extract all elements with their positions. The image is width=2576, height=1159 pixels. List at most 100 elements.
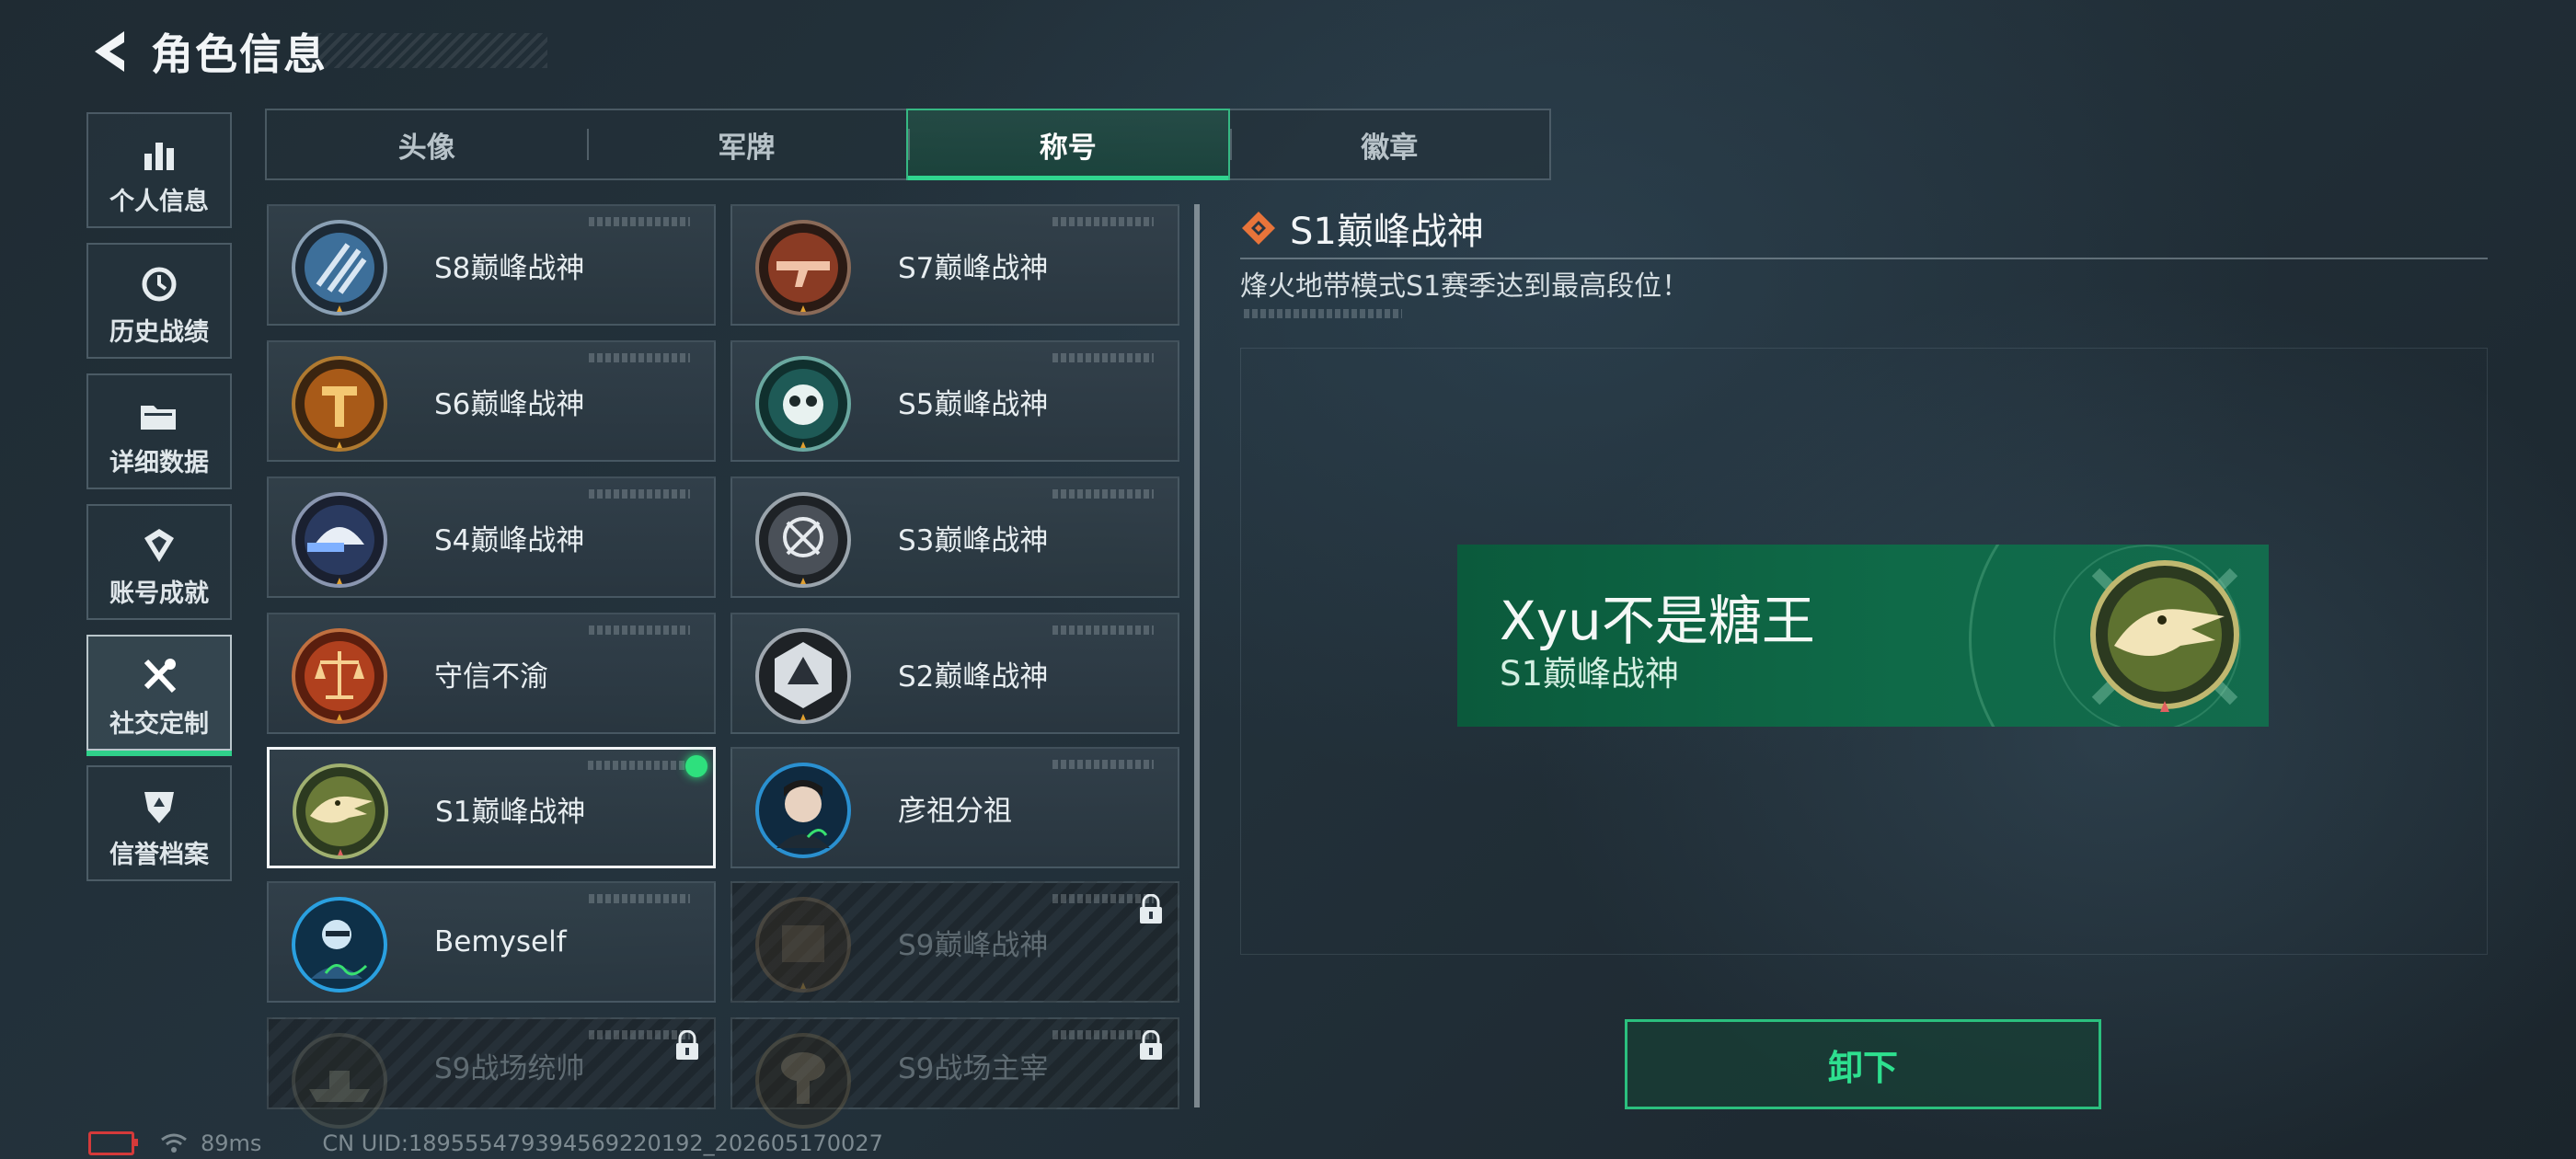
card-decoration	[1052, 625, 1154, 635]
sidebar-item-social-customization[interactable]: 社交定制	[86, 635, 232, 756]
title-card[interactable]: S4巅峰战神	[267, 476, 716, 598]
diamond-icon	[1242, 212, 1275, 245]
shield-icon	[139, 777, 179, 827]
sidebar-item-label: 信誉档案	[109, 840, 209, 869]
tools-icon	[139, 647, 179, 696]
title-card[interactable]: Bemyself	[267, 881, 716, 1003]
title-card[interactable]: S3巅峰战神	[730, 476, 1179, 598]
unequip-button[interactable]: 卸下	[1625, 1019, 2101, 1109]
tab-avatar[interactable]: 头像	[267, 110, 587, 178]
battery-low-icon	[88, 1131, 138, 1155]
title-name: S8巅峰战神	[434, 251, 585, 285]
equipped-indicator	[685, 755, 707, 777]
title-card[interactable]: 彦祖分祖	[730, 747, 1179, 868]
card-decoration	[589, 489, 690, 499]
card-decoration	[1052, 353, 1154, 362]
s4-badge-icon	[292, 492, 387, 588]
tab-military-tag[interactable]: 军牌	[586, 110, 907, 178]
page-title: 角色信息	[151, 29, 328, 79]
detail-decoration	[1244, 309, 1402, 318]
ship-badge-icon	[292, 1033, 387, 1129]
s6-badge-icon	[292, 356, 387, 452]
title-card[interactable]: S5巅峰战神	[730, 340, 1179, 462]
lock-icon	[1140, 1030, 1162, 1060]
title-name: S1巅峰战神	[435, 795, 586, 829]
title-card[interactable]: S6巅峰战神	[267, 340, 716, 462]
lock-icon	[1140, 894, 1162, 924]
sidebar-item-label: 历史战绩	[109, 317, 209, 347]
sidebar-item-label: 账号成就	[109, 579, 209, 608]
sidebar-item-credit-record[interactable]: 信誉档案	[86, 765, 232, 881]
nameplate-preview: Xyu不是糖王 S1巅峰战神	[1457, 545, 2269, 727]
portrait-signature-badge-icon	[292, 897, 387, 993]
scales-badge-icon	[292, 628, 387, 724]
s5-badge-icon	[755, 356, 851, 452]
nameplate-title: S1巅峰战神	[1500, 654, 1680, 694]
list-scrollbar[interactable]	[1194, 204, 1200, 1107]
title-name: S6巅峰战神	[434, 387, 585, 421]
s7-badge-icon	[755, 220, 851, 316]
portrait-badge-icon	[755, 763, 851, 858]
title-card-locked[interactable]: S9战场主宰	[730, 1017, 1179, 1129]
folder-icon	[139, 385, 179, 435]
detail-header: S1巅峰战神	[1240, 199, 1484, 258]
mushroom-cloud-badge-icon	[755, 1033, 851, 1129]
card-decoration	[589, 217, 690, 226]
title-name: Bemyself	[434, 925, 567, 958]
s8-badge-icon	[292, 220, 387, 316]
history-clock-icon	[139, 255, 179, 304]
ping-value: 89ms	[201, 1130, 262, 1156]
title-name: S4巅峰战神	[434, 523, 585, 557]
crocodile-badge-icon	[2090, 560, 2239, 712]
title-card[interactable]: S8巅峰战神	[267, 204, 716, 326]
category-tabs: 头像 军牌 称号 徽章	[265, 109, 1551, 180]
status-bar: 89ms CN UID:1895554793945692201​92_20260…	[88, 1130, 883, 1157]
title-card[interactable]: S2巅峰战神	[730, 613, 1179, 734]
sidebar-item-achievements[interactable]: 账号成就	[86, 504, 232, 620]
sidebar-item-label: 社交定制	[109, 709, 209, 739]
header-decoration	[304, 33, 547, 68]
sidebar-item-personal-info[interactable]: 个人信息	[86, 112, 232, 228]
title-card[interactable]: S7巅峰战神	[730, 204, 1179, 326]
user-uid: CN UID:1895554793945692201​92_2026051700…	[322, 1130, 883, 1156]
card-decoration	[589, 894, 690, 903]
title-name: S9巅峰战神	[898, 928, 1049, 962]
tab-title[interactable]: 称号	[906, 109, 1230, 180]
title-card-selected[interactable]: S1巅峰战神	[267, 747, 716, 868]
title-name: S9战场统帅	[434, 1051, 585, 1085]
bar-chart-icon	[141, 124, 178, 174]
back-button[interactable]	[83, 22, 134, 81]
card-decoration	[589, 353, 690, 362]
card-decoration	[1052, 760, 1154, 769]
title-name: S2巅峰战神	[898, 660, 1049, 694]
s2-badge-icon	[755, 628, 851, 724]
s3-badge-icon	[755, 492, 851, 588]
sidebar-item-history[interactable]: 历史战绩	[86, 243, 232, 359]
title-name: S5巅峰战神	[898, 387, 1049, 421]
wifi-icon	[161, 1133, 187, 1153]
title-name: S7巅峰战神	[898, 251, 1049, 285]
divider	[1240, 258, 2488, 259]
back-arrow-icon	[95, 31, 124, 72]
card-decoration	[1052, 489, 1154, 499]
detail-description: 烽火地带模式S1赛季达到最高段位！	[1240, 270, 1690, 303]
card-decoration	[589, 625, 690, 635]
tab-badge[interactable]: 徽章	[1229, 110, 1550, 178]
detail-title: S1巅峰战神	[1290, 211, 1484, 253]
achievement-icon	[139, 516, 179, 566]
sidebar-item-detailed-data[interactable]: 详细数据	[86, 373, 232, 489]
crocodile-badge-icon	[293, 763, 388, 859]
player-name: Xyu不是糖王	[1500, 590, 1815, 652]
title-name: S9战场主宰	[898, 1051, 1049, 1085]
card-decoration	[1052, 217, 1154, 226]
s9-badge-icon	[755, 897, 851, 993]
card-decoration	[588, 761, 689, 770]
title-name: S3巅峰战神	[898, 523, 1049, 557]
sidebar-item-label: 个人信息	[109, 187, 209, 216]
title-name: 守信不渝	[434, 660, 548, 694]
title-card-locked[interactable]: S9巅峰战神	[730, 881, 1179, 1003]
header: 角色信息	[83, 22, 328, 81]
title-card[interactable]: 守信不渝	[267, 613, 716, 734]
title-card-locked[interactable]: S9战场统帅	[267, 1017, 716, 1129]
title-name: 彦祖分祖	[898, 794, 1012, 828]
